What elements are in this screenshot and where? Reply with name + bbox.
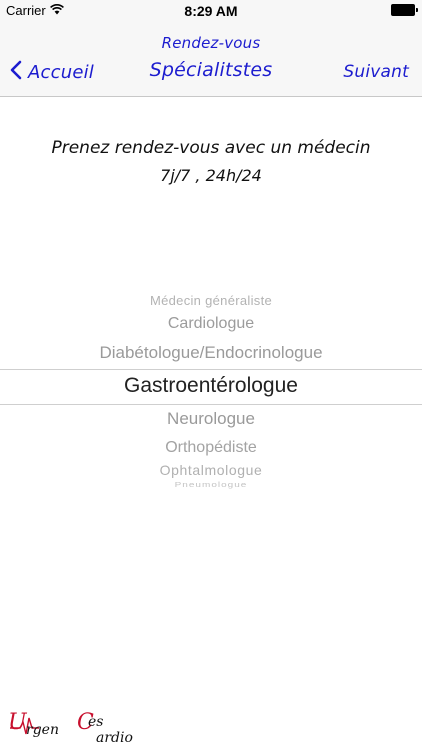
picker-option[interactable]: Neurologue: [0, 409, 422, 429]
logo-letter: U: [8, 710, 27, 735]
picker-option[interactable]: Pneumologue: [0, 482, 422, 490]
status-bar: Carrier 8:29 AM: [0, 0, 422, 22]
logo-letters: rgen: [26, 722, 59, 738]
battery-icon: [391, 4, 418, 16]
specialty-picker[interactable]: Médecin généraliste Cardiologue Diabétol…: [0, 288, 422, 490]
logo-letters: ardio: [96, 730, 133, 746]
picker-option[interactable]: Diabétologue/Endocrinologue: [0, 343, 422, 363]
picker-option[interactable]: Cardiologue: [0, 315, 422, 333]
urgences-cardio-logo: U rgen C es ardio: [6, 700, 171, 748]
picker-option[interactable]: Orthopédiste: [0, 439, 422, 457]
nav-subtitle: Rendez-vous: [161, 34, 261, 52]
picker-option[interactable]: Médecin généraliste: [0, 293, 422, 308]
intro-text: Prenez rendez-vous avec un médecin 7j/7 …: [0, 138, 422, 185]
intro-line-2: 7j/7 , 24h/24: [160, 166, 262, 185]
status-time: 8:29 AM: [184, 3, 238, 19]
logo-letters: es: [88, 714, 104, 730]
status-right: [391, 4, 418, 16]
picker-option-selected[interactable]: Gastroentérologue: [0, 374, 422, 398]
picker-option[interactable]: Ophtalmologue: [0, 462, 422, 478]
next-button[interactable]: Suivant: [343, 62, 409, 82]
intro-line-1: Prenez rendez-vous avec un médecin: [51, 138, 371, 158]
navigation-bar: Accueil Rendez-vous Spécialitstes Suivan…: [0, 22, 422, 97]
